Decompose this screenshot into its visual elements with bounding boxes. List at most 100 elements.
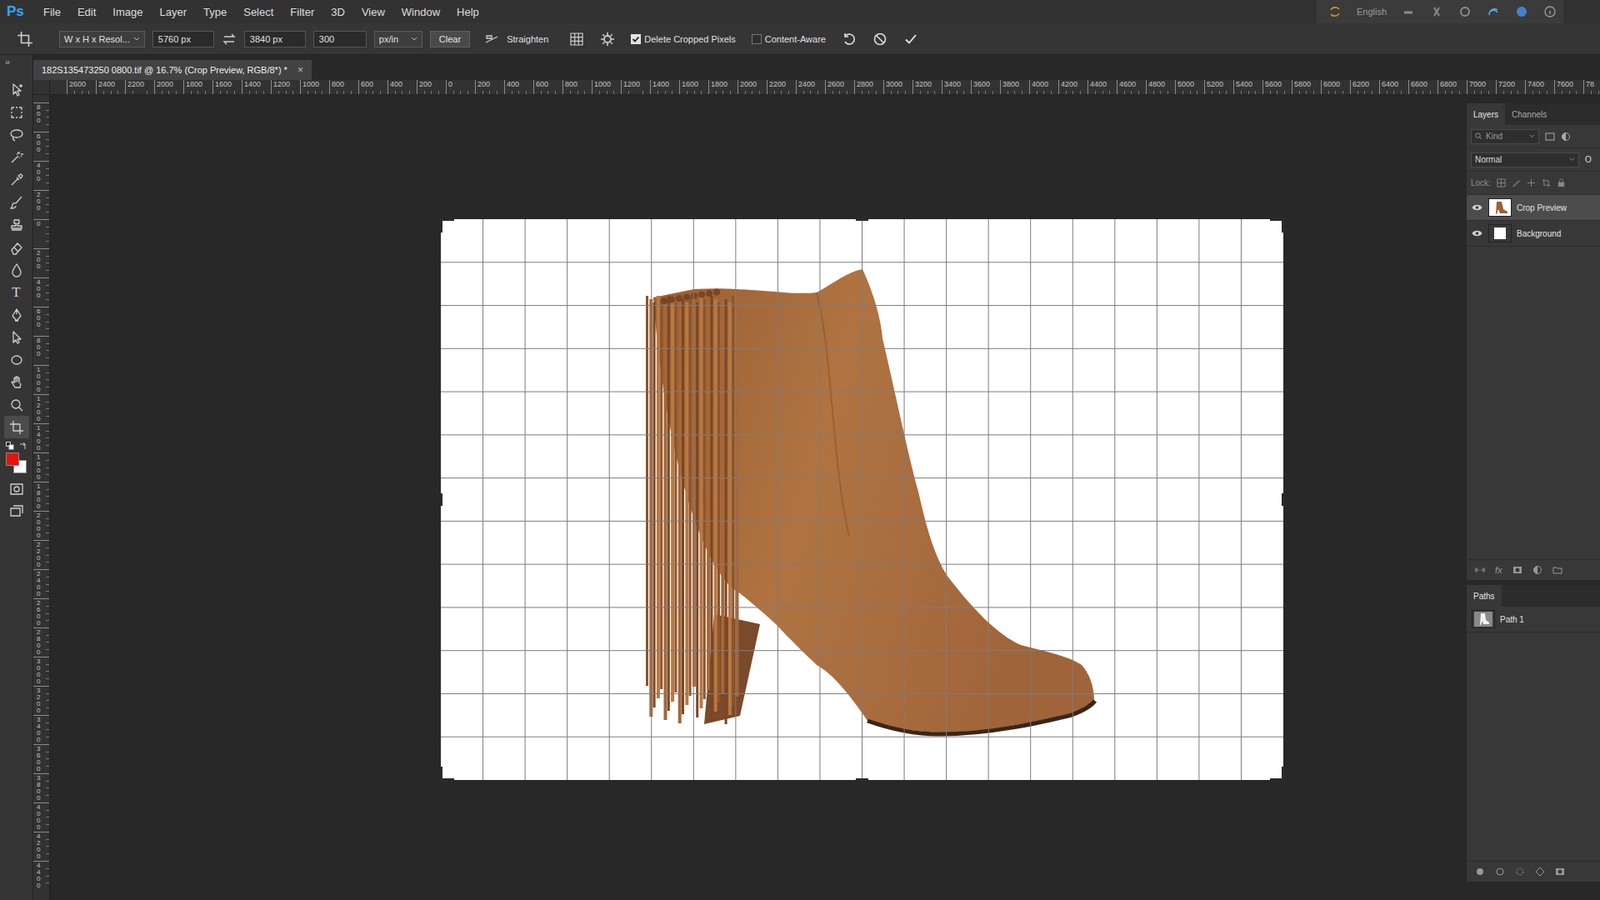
ruler-label: 6000 <box>1320 80 1350 95</box>
menu-item[interactable]: Filter <box>281 5 323 19</box>
ruler-origin[interactable] <box>33 80 50 95</box>
menu-item[interactable]: Image <box>104 5 151 19</box>
crop-preview[interactable] <box>440 219 1284 780</box>
crop-preset-icon[interactable] <box>16 30 34 48</box>
adjustment-filter-icon[interactable] <box>1560 131 1571 142</box>
ratio-dropdown[interactable]: W x H x Resol... <box>59 30 145 48</box>
pixel-filter-icon[interactable] <box>1545 131 1555 142</box>
width-field[interactable]: 5760 px <box>152 30 215 48</box>
close-tab-button[interactable]: × <box>297 64 304 76</box>
resolution-field[interactable]: 300 <box>313 30 367 48</box>
panel-tab[interactable]: Layers <box>1466 103 1505 125</box>
menu-item[interactable]: Select <box>235 5 282 19</box>
layer-filter-dropdown[interactable]: Kind <box>1470 129 1540 145</box>
selection-from-path-icon[interactable] <box>1515 866 1525 877</box>
adjustment-icon[interactable] <box>1532 565 1543 575</box>
group-icon[interactable] <box>1552 565 1563 575</box>
checkbox[interactable] <box>630 34 641 45</box>
lock-position-icon[interactable] <box>1526 178 1536 188</box>
option-checkbox[interactable]: Content-Aware <box>751 34 826 45</box>
menu-item[interactable]: View <box>353 5 394 19</box>
menu-item[interactable]: Type <box>195 5 235 19</box>
menu-item[interactable]: File <box>35 5 70 19</box>
hand-tool[interactable] <box>4 370 30 394</box>
reset-icon[interactable] <box>841 31 857 47</box>
screen-mode-button[interactable] <box>4 500 30 523</box>
swap-colors-icon[interactable] <box>19 441 28 450</box>
gear-icon[interactable] <box>600 31 615 47</box>
lock-all-icon[interactable] <box>1556 178 1566 188</box>
panel-tab[interactable]: Paths <box>1466 585 1502 607</box>
clear-button[interactable]: Clear <box>430 30 470 48</box>
type-tool[interactable]: T <box>4 280 30 304</box>
toolbar-toggle[interactable]: » <box>0 55 10 79</box>
zoom-tool[interactable] <box>4 393 30 416</box>
wand-tool[interactable] <box>4 145 30 169</box>
default-colors-icon[interactable] <box>5 441 15 450</box>
lasso-tool[interactable] <box>4 123 30 146</box>
menu-item[interactable]: Help <box>448 5 488 19</box>
stamp-tool[interactable] <box>4 213 30 236</box>
height-field[interactable]: 3840 px <box>244 30 306 48</box>
language-dropdown[interactable]: English <box>1356 6 1387 17</box>
ellipse-tool[interactable] <box>4 348 30 371</box>
layer-row[interactable]: Crop Preview <box>1466 195 1600 221</box>
stroke-path-icon[interactable] <box>1495 866 1505 877</box>
work-path-icon[interactable] <box>1535 866 1545 877</box>
menu-item[interactable]: Window <box>393 5 449 19</box>
sync-icon[interactable] <box>1328 5 1342 19</box>
marquee-tool[interactable] <box>4 100 30 124</box>
panel-tab[interactable]: Channels <box>1505 103 1554 125</box>
document-tab[interactable]: 182S135473250 0800.tif @ 16.7% (Crop Pre… <box>33 60 312 80</box>
link-icon[interactable] <box>1475 565 1485 575</box>
menu-item[interactable]: Edit <box>69 5 105 19</box>
settings-icon[interactable] <box>1458 5 1472 19</box>
pen-tool[interactable] <box>4 303 30 326</box>
blend-mode-dropdown[interactable]: Normal <box>1470 152 1580 168</box>
straighten-label[interactable]: Straighten <box>506 34 549 45</box>
lock-artboard-icon[interactable] <box>1541 178 1551 188</box>
layer-row[interactable]: Background <box>1466 220 1600 247</box>
cancel-icon[interactable] <box>872 31 888 47</box>
visibility-toggle[interactable] <box>1470 203 1484 212</box>
path-tool[interactable] <box>4 325 30 349</box>
menu-item[interactable]: 3D <box>322 5 354 19</box>
panel-dock: LayersChannelsKindNormalOLock:Crop Previ… <box>1466 95 1600 900</box>
eyedropper-tool[interactable] <box>4 168 30 191</box>
option-checkbox[interactable]: Delete Cropped Pixels <box>630 34 735 45</box>
mask-icon[interactable] <box>1512 565 1523 575</box>
lock-transparent-icon[interactable] <box>1496 178 1506 188</box>
minimize-icon[interactable] <box>1401 5 1415 19</box>
fill-path-icon[interactable] <box>1475 866 1485 877</box>
unit-dropdown[interactable]: px/in <box>374 30 423 48</box>
commit-check-icon[interactable] <box>903 31 919 47</box>
eraser-tool[interactable] <box>4 235 30 259</box>
ruler-label: 3200 <box>912 80 942 95</box>
move-tool[interactable] <box>4 78 30 101</box>
help-icon[interactable] <box>1515 5 1529 19</box>
swap-icon[interactable] <box>221 31 237 47</box>
ruler-label: 7600 <box>1554 80 1584 95</box>
info-icon[interactable] <box>1543 5 1557 19</box>
blur-tool[interactable] <box>4 258 30 281</box>
cloud-icon[interactable] <box>1486 5 1500 19</box>
quickmask-mode-button[interactable] <box>4 477 30 500</box>
straighten-icon[interactable] <box>484 31 500 47</box>
path-row[interactable]: Path 1 <box>1466 606 1600 633</box>
foreground-color-swatch[interactable] <box>5 452 20 466</box>
brush-tool[interactable] <box>4 190 30 214</box>
path-mask-icon[interactable] <box>1555 866 1565 877</box>
visibility-toggle[interactable] <box>1470 229 1484 238</box>
menu-item[interactable]: Layer <box>151 5 196 19</box>
crop-tool[interactable] <box>4 415 30 439</box>
layer-style-button[interactable]: fx <box>1495 565 1503 575</box>
crop-handles[interactable] <box>440 219 1284 780</box>
ruler-label: 3000 <box>33 656 50 686</box>
grid-overlay-icon[interactable] <box>569 31 585 47</box>
checkbox[interactable] <box>751 34 762 45</box>
chevron-down-icon <box>1569 156 1575 163</box>
crop-icon <box>9 420 25 435</box>
lock-pixels-icon[interactable] <box>1511 178 1521 188</box>
figure-icon[interactable] <box>1430 5 1444 19</box>
canvas[interactable] <box>440 219 1284 780</box>
